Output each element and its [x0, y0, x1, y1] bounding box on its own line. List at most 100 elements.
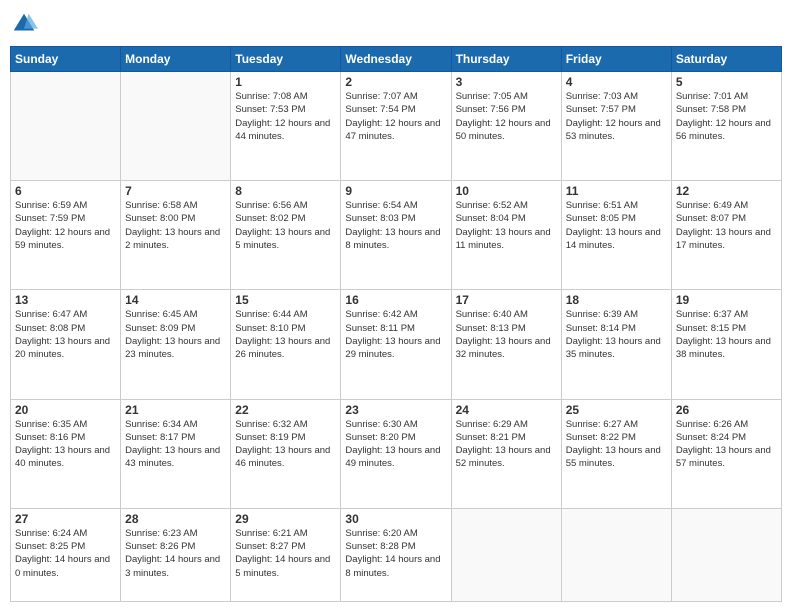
day-cell: 18Sunrise: 6:39 AMSunset: 8:14 PMDayligh… — [561, 290, 671, 399]
day-info: Sunrise: 7:08 AMSunset: 7:53 PMDaylight:… — [235, 90, 336, 143]
day-header-wednesday: Wednesday — [341, 47, 451, 72]
day-cell: 29Sunrise: 6:21 AMSunset: 8:27 PMDayligh… — [231, 508, 341, 601]
day-info: Sunrise: 6:59 AMSunset: 7:59 PMDaylight:… — [15, 199, 116, 252]
day-cell: 24Sunrise: 6:29 AMSunset: 8:21 PMDayligh… — [451, 399, 561, 508]
day-cell: 16Sunrise: 6:42 AMSunset: 8:11 PMDayligh… — [341, 290, 451, 399]
day-number: 3 — [456, 75, 557, 89]
day-number: 25 — [566, 403, 667, 417]
day-cell: 14Sunrise: 6:45 AMSunset: 8:09 PMDayligh… — [121, 290, 231, 399]
day-number: 11 — [566, 184, 667, 198]
day-number: 1 — [235, 75, 336, 89]
calendar-week-3: 13Sunrise: 6:47 AMSunset: 8:08 PMDayligh… — [11, 290, 782, 399]
day-info: Sunrise: 6:32 AMSunset: 8:19 PMDaylight:… — [235, 418, 336, 471]
day-info: Sunrise: 6:56 AMSunset: 8:02 PMDaylight:… — [235, 199, 336, 252]
day-cell: 5Sunrise: 7:01 AMSunset: 7:58 PMDaylight… — [671, 72, 781, 181]
day-number: 21 — [125, 403, 226, 417]
day-number: 16 — [345, 293, 446, 307]
day-header-thursday: Thursday — [451, 47, 561, 72]
day-cell: 1Sunrise: 7:08 AMSunset: 7:53 PMDaylight… — [231, 72, 341, 181]
day-number: 30 — [345, 512, 446, 526]
day-info: Sunrise: 6:54 AMSunset: 8:03 PMDaylight:… — [345, 199, 446, 252]
calendar-week-1: 1Sunrise: 7:08 AMSunset: 7:53 PMDaylight… — [11, 72, 782, 181]
day-info: Sunrise: 6:51 AMSunset: 8:05 PMDaylight:… — [566, 199, 667, 252]
day-info: Sunrise: 6:42 AMSunset: 8:11 PMDaylight:… — [345, 308, 446, 361]
day-number: 27 — [15, 512, 116, 526]
day-cell: 12Sunrise: 6:49 AMSunset: 8:07 PMDayligh… — [671, 181, 781, 290]
header — [10, 10, 782, 38]
day-cell — [121, 72, 231, 181]
day-number: 24 — [456, 403, 557, 417]
day-number: 19 — [676, 293, 777, 307]
day-number: 8 — [235, 184, 336, 198]
day-info: Sunrise: 6:44 AMSunset: 8:10 PMDaylight:… — [235, 308, 336, 361]
day-cell: 19Sunrise: 6:37 AMSunset: 8:15 PMDayligh… — [671, 290, 781, 399]
day-cell: 28Sunrise: 6:23 AMSunset: 8:26 PMDayligh… — [121, 508, 231, 601]
day-cell: 10Sunrise: 6:52 AMSunset: 8:04 PMDayligh… — [451, 181, 561, 290]
page: SundayMondayTuesdayWednesdayThursdayFrid… — [0, 0, 792, 612]
day-cell: 6Sunrise: 6:59 AMSunset: 7:59 PMDaylight… — [11, 181, 121, 290]
logo — [10, 10, 42, 38]
day-cell: 11Sunrise: 6:51 AMSunset: 8:05 PMDayligh… — [561, 181, 671, 290]
day-info: Sunrise: 6:30 AMSunset: 8:20 PMDaylight:… — [345, 418, 446, 471]
day-cell: 7Sunrise: 6:58 AMSunset: 8:00 PMDaylight… — [121, 181, 231, 290]
day-info: Sunrise: 6:20 AMSunset: 8:28 PMDaylight:… — [345, 527, 446, 580]
day-cell: 3Sunrise: 7:05 AMSunset: 7:56 PMDaylight… — [451, 72, 561, 181]
day-header-monday: Monday — [121, 47, 231, 72]
day-cell — [11, 72, 121, 181]
day-info: Sunrise: 6:24 AMSunset: 8:25 PMDaylight:… — [15, 527, 116, 580]
day-number: 17 — [456, 293, 557, 307]
day-cell: 17Sunrise: 6:40 AMSunset: 8:13 PMDayligh… — [451, 290, 561, 399]
day-info: Sunrise: 6:39 AMSunset: 8:14 PMDaylight:… — [566, 308, 667, 361]
day-info: Sunrise: 7:07 AMSunset: 7:54 PMDaylight:… — [345, 90, 446, 143]
day-header-saturday: Saturday — [671, 47, 781, 72]
day-cell — [561, 508, 671, 601]
day-info: Sunrise: 6:40 AMSunset: 8:13 PMDaylight:… — [456, 308, 557, 361]
day-number: 26 — [676, 403, 777, 417]
day-number: 28 — [125, 512, 226, 526]
day-info: Sunrise: 7:05 AMSunset: 7:56 PMDaylight:… — [456, 90, 557, 143]
day-number: 4 — [566, 75, 667, 89]
day-number: 14 — [125, 293, 226, 307]
day-info: Sunrise: 7:01 AMSunset: 7:58 PMDaylight:… — [676, 90, 777, 143]
day-number: 23 — [345, 403, 446, 417]
day-info: Sunrise: 6:49 AMSunset: 8:07 PMDaylight:… — [676, 199, 777, 252]
day-number: 20 — [15, 403, 116, 417]
day-info: Sunrise: 6:21 AMSunset: 8:27 PMDaylight:… — [235, 527, 336, 580]
day-cell: 22Sunrise: 6:32 AMSunset: 8:19 PMDayligh… — [231, 399, 341, 508]
day-info: Sunrise: 6:35 AMSunset: 8:16 PMDaylight:… — [15, 418, 116, 471]
day-info: Sunrise: 6:29 AMSunset: 8:21 PMDaylight:… — [456, 418, 557, 471]
day-info: Sunrise: 7:03 AMSunset: 7:57 PMDaylight:… — [566, 90, 667, 143]
logo-icon — [10, 10, 38, 38]
day-cell: 4Sunrise: 7:03 AMSunset: 7:57 PMDaylight… — [561, 72, 671, 181]
day-cell: 2Sunrise: 7:07 AMSunset: 7:54 PMDaylight… — [341, 72, 451, 181]
day-number: 15 — [235, 293, 336, 307]
day-info: Sunrise: 6:34 AMSunset: 8:17 PMDaylight:… — [125, 418, 226, 471]
day-info: Sunrise: 6:58 AMSunset: 8:00 PMDaylight:… — [125, 199, 226, 252]
day-cell: 8Sunrise: 6:56 AMSunset: 8:02 PMDaylight… — [231, 181, 341, 290]
day-cell — [671, 508, 781, 601]
day-number: 29 — [235, 512, 336, 526]
day-number: 7 — [125, 184, 226, 198]
day-cell: 23Sunrise: 6:30 AMSunset: 8:20 PMDayligh… — [341, 399, 451, 508]
day-cell: 9Sunrise: 6:54 AMSunset: 8:03 PMDaylight… — [341, 181, 451, 290]
calendar-week-4: 20Sunrise: 6:35 AMSunset: 8:16 PMDayligh… — [11, 399, 782, 508]
day-number: 12 — [676, 184, 777, 198]
calendar-week-2: 6Sunrise: 6:59 AMSunset: 7:59 PMDaylight… — [11, 181, 782, 290]
day-cell — [451, 508, 561, 601]
day-header-friday: Friday — [561, 47, 671, 72]
day-cell: 25Sunrise: 6:27 AMSunset: 8:22 PMDayligh… — [561, 399, 671, 508]
day-number: 2 — [345, 75, 446, 89]
day-info: Sunrise: 6:52 AMSunset: 8:04 PMDaylight:… — [456, 199, 557, 252]
day-cell: 15Sunrise: 6:44 AMSunset: 8:10 PMDayligh… — [231, 290, 341, 399]
day-number: 22 — [235, 403, 336, 417]
day-cell: 21Sunrise: 6:34 AMSunset: 8:17 PMDayligh… — [121, 399, 231, 508]
day-info: Sunrise: 6:45 AMSunset: 8:09 PMDaylight:… — [125, 308, 226, 361]
day-number: 6 — [15, 184, 116, 198]
day-number: 10 — [456, 184, 557, 198]
day-info: Sunrise: 6:23 AMSunset: 8:26 PMDaylight:… — [125, 527, 226, 580]
day-info: Sunrise: 6:27 AMSunset: 8:22 PMDaylight:… — [566, 418, 667, 471]
day-info: Sunrise: 6:47 AMSunset: 8:08 PMDaylight:… — [15, 308, 116, 361]
day-cell: 30Sunrise: 6:20 AMSunset: 8:28 PMDayligh… — [341, 508, 451, 601]
day-number: 13 — [15, 293, 116, 307]
day-info: Sunrise: 6:37 AMSunset: 8:15 PMDaylight:… — [676, 308, 777, 361]
